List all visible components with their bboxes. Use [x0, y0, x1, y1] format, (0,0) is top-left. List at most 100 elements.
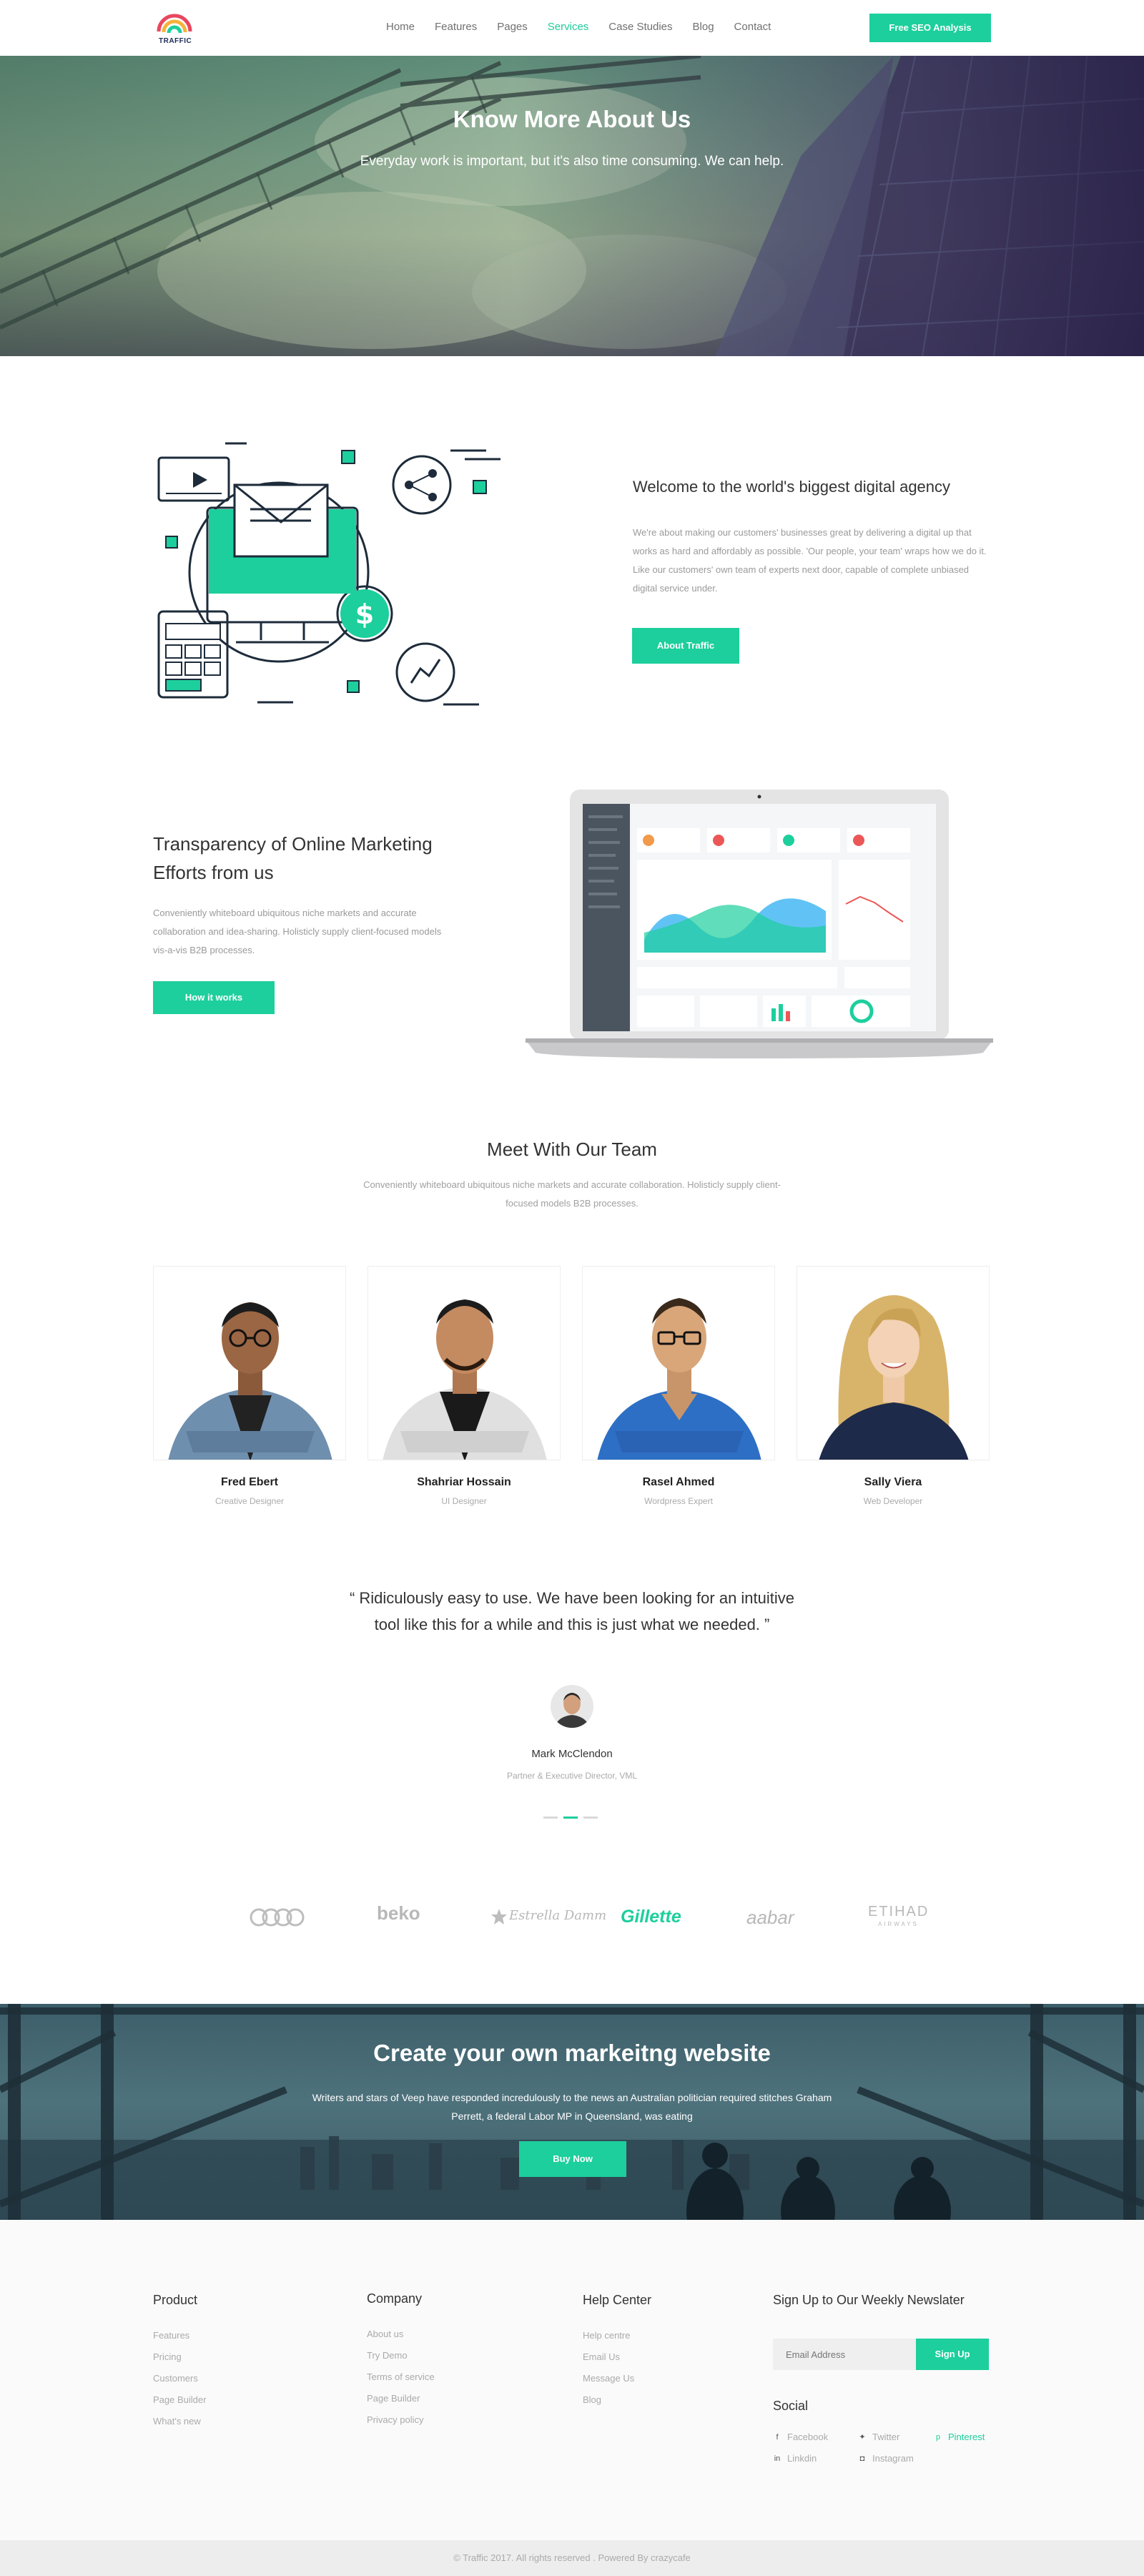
- site-header: TRAFFIC Home Features Pages Services Cas…: [0, 0, 1144, 56]
- footer-link-help-centre[interactable]: Help centre: [583, 2325, 651, 2346]
- member-name: Rasel Ahmed: [642, 1476, 715, 1488]
- footer-link-privacy[interactable]: Privacy policy: [367, 2409, 435, 2431]
- aabar-logo: aabar: [746, 1907, 794, 1928]
- member-role: UI Designer: [441, 1496, 487, 1506]
- footer-column-title: Help Center: [583, 2293, 652, 2307]
- cta-text: Writers and stars of Veep have responded…: [312, 2092, 832, 2122]
- social-label: Facebook: [787, 2432, 829, 2442]
- footer-link-terms[interactable]: Terms of service: [367, 2366, 435, 2388]
- footer-link-whats-new[interactable]: What's new: [153, 2411, 206, 2432]
- etihad-logo-subtitle: AIRWAYS: [878, 1921, 919, 1927]
- hero-title: Know More About Us: [453, 106, 691, 132]
- footer-link-blog[interactable]: Blog: [583, 2389, 651, 2411]
- testimonial-avatar: [551, 1685, 593, 1728]
- instagram-icon: ◘: [859, 2454, 865, 2463]
- footer-link-email-us[interactable]: Email Us: [583, 2346, 651, 2368]
- social-label: Pinterest: [948, 2432, 985, 2442]
- social-link-linkedin[interactable]: in Linkdin: [773, 2453, 817, 2464]
- member-role: Wordpress Expert: [644, 1496, 713, 1506]
- footer-help-column: Help Center Help centre Email Us Message…: [583, 2293, 651, 2411]
- gillette-logo: Gillette: [621, 1907, 681, 1927]
- testimonial-name: Mark McClendon: [531, 1748, 613, 1760]
- hero-subtitle: Everyday work is important, but it's als…: [360, 154, 784, 169]
- hero-overlay: [0, 56, 1144, 356]
- transparency-title: Transparency of Online Marketing Efforts…: [153, 833, 433, 883]
- laptop-dashboard-image: [526, 790, 993, 1058]
- team-title: Meet With Our Team: [487, 1139, 657, 1160]
- footer-product-column: Product Features Pricing Customers Page …: [153, 2293, 206, 2432]
- nav-contact[interactable]: Contact: [724, 20, 781, 34]
- nav-features[interactable]: Features: [425, 20, 487, 34]
- slider-dot[interactable]: [543, 1817, 558, 1819]
- testimonial-role: Partner & Executive Director, VML: [506, 1771, 638, 1781]
- pinterest-icon: p: [935, 2432, 941, 2442]
- slider-dot[interactable]: [583, 1817, 598, 1819]
- social-link-pinterest[interactable]: p Pinterest: [934, 2432, 985, 2442]
- newsletter-email-input[interactable]: [773, 2339, 916, 2370]
- about-traffic-button[interactable]: About Traffic: [632, 628, 739, 664]
- team-member-card[interactable]: Sally Viera Web Developer: [797, 1266, 990, 1506]
- team-subtitle: Conveniently whiteboard ubiquitous niche…: [363, 1179, 781, 1209]
- footer-link-customers[interactable]: Customers: [153, 2368, 206, 2389]
- audi-logo-icon: [250, 1908, 305, 1927]
- social-label: Twitter: [872, 2432, 900, 2442]
- nav-blog[interactable]: Blog: [683, 20, 724, 34]
- member-photo: [368, 1266, 561, 1460]
- copyright-bar: © Traffic 2017. All rights reserved . Po…: [0, 2540, 1144, 2576]
- transparency-text: Conveniently whiteboard ubiquitous niche…: [153, 908, 442, 955]
- member-photo: [797, 1266, 990, 1460]
- footer-link-page-builder[interactable]: Page Builder: [367, 2388, 435, 2409]
- nav-case-studies[interactable]: Case Studies: [598, 20, 682, 34]
- member-name: Sally Viera: [864, 1476, 922, 1488]
- member-photo: [582, 1266, 775, 1460]
- testimonial-pagination: [543, 1817, 598, 1819]
- etihad-logo: ETIHAD: [868, 1904, 930, 1919]
- nav-pages[interactable]: Pages: [487, 20, 538, 34]
- logo-text: TRAFFIC: [159, 37, 192, 45]
- footer-link-message-us[interactable]: Message Us: [583, 2368, 651, 2389]
- footer-company-column: Company About us Try Demo Terms of servi…: [367, 2291, 435, 2431]
- linkedin-icon: in: [774, 2454, 781, 2463]
- member-role: Web Developer: [863, 1496, 923, 1506]
- beko-logo: beko: [377, 1902, 420, 1924]
- intro-title: Welcome to the world's biggest digital a…: [633, 478, 951, 496]
- team-member-card[interactable]: Fred Ebert Creative Designer: [153, 1266, 346, 1506]
- nav-services[interactable]: Services: [538, 20, 599, 34]
- team-member-card[interactable]: Shahriar Hossain UI Designer: [368, 1266, 561, 1506]
- digital-agency-illustration: $: [157, 442, 500, 706]
- footer-link-features[interactable]: Features: [153, 2325, 206, 2346]
- social-link-twitter[interactable]: ✦ Twitter: [858, 2432, 899, 2442]
- facebook-icon: f: [776, 2432, 779, 2442]
- footer-link-page-builder[interactable]: Page Builder: [153, 2389, 206, 2411]
- footer-link-about-us[interactable]: About us: [367, 2324, 435, 2345]
- footer-column-title: Product: [153, 2293, 198, 2307]
- member-photo: [153, 1266, 346, 1460]
- social-label: Linkdin: [787, 2453, 817, 2464]
- client-logos: beko Estrella Damm Gillette aabar ETIHAD…: [236, 1902, 937, 1931]
- buy-now-button[interactable]: Buy Now: [519, 2141, 626, 2177]
- member-name: Fred Ebert: [220, 1476, 278, 1488]
- main-nav: Home Features Pages Services Case Studie…: [376, 20, 781, 34]
- estrella-logo: Estrella Damm: [509, 1908, 607, 1923]
- estrella-star-icon: [491, 1909, 507, 1924]
- footer-column-title: Company: [367, 2291, 423, 2306]
- testimonial-quote: “ Ridiculously easy to use. We have been…: [349, 1589, 795, 1633]
- nav-home[interactable]: Home: [376, 20, 425, 34]
- member-role: Creative Designer: [214, 1496, 285, 1506]
- footer-link-try-demo[interactable]: Try Demo: [367, 2345, 435, 2366]
- how-it-works-button[interactable]: How it works: [153, 981, 275, 1014]
- team-member-card[interactable]: Rasel Ahmed Wordpress Expert: [582, 1266, 775, 1506]
- intro-text: We're about making our customers' busine…: [633, 527, 987, 594]
- footer-link-pricing[interactable]: Pricing: [153, 2346, 206, 2368]
- member-name: Shahriar Hossain: [417, 1476, 511, 1488]
- social-link-facebook[interactable]: f Facebook: [773, 2432, 828, 2442]
- cta-title: Create your own markeitng website: [373, 2040, 771, 2066]
- free-seo-analysis-button[interactable]: Free SEO Analysis: [869, 14, 991, 42]
- slider-dot-active[interactable]: [563, 1817, 578, 1819]
- newsletter-signup-button[interactable]: Sign Up: [916, 2339, 989, 2370]
- twitter-icon: ✦: [859, 2433, 866, 2442]
- social-title: Social: [773, 2399, 809, 2413]
- social-link-instagram[interactable]: ◘ Instagram: [858, 2453, 914, 2464]
- newsletter-title: Sign Up to Our Weekly Newslater: [773, 2293, 965, 2307]
- hero-banner: [0, 56, 1144, 356]
